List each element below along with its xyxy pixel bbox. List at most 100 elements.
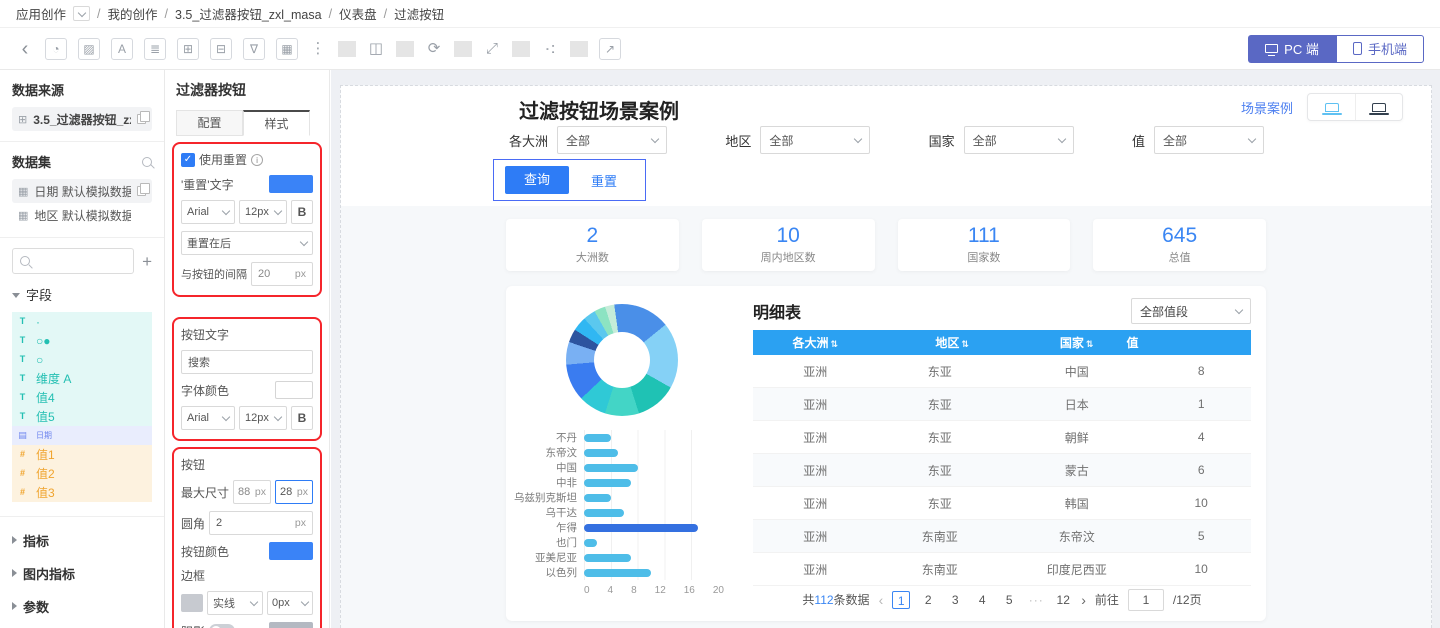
- table-row[interactable]: 亚洲 东南亚 印度尼西亚 10: [753, 553, 1251, 586]
- bar-row[interactable]: 乌干达: [506, 505, 738, 520]
- page-number[interactable]: 1: [892, 591, 910, 609]
- button-color-swatch[interactable]: [269, 542, 313, 560]
- table-row[interactable]: 亚洲 东亚 蒙古 6: [753, 454, 1251, 487]
- table-row[interactable]: 亚洲 东亚 中国 8: [753, 355, 1251, 388]
- breadcrumb-app[interactable]: 应用创作: [16, 4, 66, 23]
- field-item[interactable]: T ○●: [12, 331, 152, 350]
- filter-select[interactable]: 全部: [760, 126, 870, 154]
- breadcrumb-item-project[interactable]: 3.5_过滤器按钮_zxl_masa: [175, 4, 322, 23]
- board-pc-view-button[interactable]: [1308, 94, 1355, 120]
- list-add-icon[interactable]: ≣: [144, 38, 166, 60]
- chart-add-icon[interactable]: ◔: [45, 38, 67, 60]
- bar-row[interactable]: 中国: [506, 460, 738, 475]
- gap-input[interactable]: px: [251, 262, 313, 286]
- image-add-icon[interactable]: ▨: [78, 38, 100, 60]
- bar-row[interactable]: 乍得: [506, 520, 738, 535]
- scene-case-link[interactable]: 场景案例: [1241, 98, 1293, 117]
- query-button[interactable]: 查询: [505, 166, 569, 194]
- table-column-header[interactable]: 值⇅: [1126, 334, 1138, 351]
- bold-button[interactable]: B: [291, 406, 313, 430]
- table-column-header[interactable]: 各大洲⇅: [753, 334, 878, 351]
- radius-input[interactable]: px: [209, 511, 313, 535]
- use-reset-checkbox[interactable]: [181, 153, 195, 167]
- add-field-button[interactable]: +: [142, 253, 152, 270]
- font-color-swatch[interactable]: [275, 381, 313, 399]
- datasource-item[interactable]: ⊞ 3.5_过滤器按钮_zxl_masa: [12, 107, 152, 131]
- field-item[interactable]: T 值5: [12, 407, 152, 426]
- page-number[interactable]: 4: [973, 591, 991, 609]
- sidebar-collapsed-section[interactable]: 指标: [12, 530, 152, 550]
- sort-icon[interactable]: ⇅: [1086, 339, 1094, 349]
- stat-card[interactable]: 111 国家数: [898, 219, 1071, 271]
- sidebar-collapsed-section[interactable]: 参数: [12, 596, 152, 616]
- next-page-button[interactable]: ›: [1081, 592, 1086, 608]
- field-item[interactable]: T ○: [12, 350, 152, 369]
- field-item[interactable]: T 维度 A: [12, 369, 152, 388]
- share-icon[interactable]: ∵: [539, 40, 561, 58]
- field-item[interactable]: # 值2: [12, 464, 152, 483]
- fullscreen-icon[interactable]: ⤢: [483, 38, 501, 60]
- field-item[interactable]: # 值1: [12, 445, 152, 464]
- sort-icon[interactable]: ⇅: [830, 339, 838, 349]
- font-family-select[interactable]: Arial: [181, 200, 235, 224]
- donut-chart[interactable]: [566, 304, 678, 416]
- info-icon[interactable]: [251, 154, 263, 166]
- back-icon[interactable]: ‹: [16, 38, 34, 60]
- max-width-input[interactable]: px: [233, 480, 271, 504]
- table-row[interactable]: 亚洲 东南亚 东帝汶 5: [753, 520, 1251, 553]
- bar-row[interactable]: 东帝汶: [506, 445, 738, 460]
- form-add-icon[interactable]: ⊟: [210, 38, 232, 60]
- bold-button[interactable]: B: [291, 200, 313, 224]
- stat-card[interactable]: 2 大洲数: [506, 219, 679, 271]
- bar-row[interactable]: 乌兹别克斯坦: [506, 490, 738, 505]
- stat-card[interactable]: 645 总值: [1093, 219, 1266, 271]
- sidebar-collapsed-section[interactable]: 图内指标: [12, 563, 152, 583]
- refresh-icon[interactable]: ⟳: [425, 38, 443, 60]
- table-row[interactable]: 亚洲 东亚 韩国 10: [753, 487, 1251, 520]
- shadow-color-swatch[interactable]: [269, 622, 313, 628]
- field-item[interactable]: T 值4: [12, 388, 152, 407]
- prev-page-button[interactable]: ‹: [879, 592, 884, 608]
- border-width-select[interactable]: 0px: [267, 591, 313, 615]
- panel-tab[interactable]: 配置: [176, 110, 243, 136]
- reset-link[interactable]: 重置: [591, 171, 617, 190]
- breadcrumb-item-dashboard[interactable]: 仪表盘: [339, 4, 377, 23]
- app-dropdown-button[interactable]: [73, 6, 90, 21]
- filter-add-icon[interactable]: ∇: [243, 38, 265, 60]
- table-row[interactable]: 亚洲 东亚 朝鲜 4: [753, 421, 1251, 454]
- widget-add-icon[interactable]: ⊞: [177, 38, 199, 60]
- shadow-toggle[interactable]: [209, 624, 235, 628]
- page-number[interactable]: 3: [946, 591, 964, 609]
- sort-icon[interactable]: ⇅: [961, 339, 969, 349]
- border-color-swatch[interactable]: [181, 594, 203, 612]
- field-item[interactable]: # 值3: [12, 483, 152, 502]
- fields-section-header[interactable]: 字段: [12, 284, 152, 304]
- table-icon[interactable]: ▦: [276, 38, 298, 60]
- text-add-icon[interactable]: A: [111, 38, 133, 60]
- bar-chart[interactable]: 不丹东帝汶中国中非乌兹别克斯坦乌干达乍得也门亚美尼亚以色列 048121620: [506, 430, 738, 596]
- panel-tab[interactable]: 样式: [243, 110, 310, 136]
- filter-select[interactable]: 全部: [557, 126, 667, 154]
- table-row[interactable]: 亚洲 东亚 日本 1: [753, 388, 1251, 421]
- filter-select[interactable]: 全部: [964, 126, 1074, 154]
- board-presentation-view-button[interactable]: [1355, 94, 1402, 120]
- copy-icon[interactable]: [137, 114, 146, 124]
- button-text-input[interactable]: [181, 350, 313, 374]
- field-item[interactable]: T ·: [12, 312, 152, 331]
- value-range-select[interactable]: 全部值段: [1131, 298, 1251, 324]
- field-search-input[interactable]: [12, 248, 134, 274]
- more-icon[interactable]: ⋮: [309, 38, 327, 60]
- reset-position-select[interactable]: 重置在后: [181, 231, 313, 255]
- mobile-view-button[interactable]: 手机端: [1336, 35, 1424, 63]
- table-column-header[interactable]: 地区⇅: [878, 334, 1027, 351]
- font-size-select[interactable]: 12px: [239, 200, 287, 224]
- border-style-select[interactable]: 实线: [207, 591, 263, 615]
- filter-select[interactable]: 全部: [1154, 126, 1264, 154]
- bar-row[interactable]: 以色列: [506, 565, 738, 580]
- bar-row[interactable]: 中非: [506, 475, 738, 490]
- dataset-item[interactable]: ▦ 日期 默认模拟数据: [12, 179, 152, 203]
- search-icon[interactable]: [142, 157, 152, 167]
- page-number[interactable]: 2: [919, 591, 937, 609]
- breadcrumb-item-my-creations[interactable]: 我的创作: [108, 4, 158, 23]
- table-column-header[interactable]: 国家⇅: [1027, 334, 1127, 351]
